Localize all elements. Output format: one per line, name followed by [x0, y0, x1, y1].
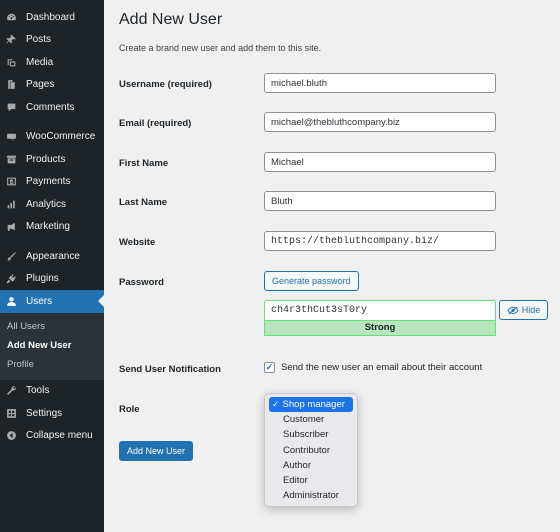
- role-dropdown-list: ✓ Shop manager Customer Subscriber Contri…: [264, 393, 358, 507]
- main-content: Add New User Create a brand new user and…: [104, 0, 560, 532]
- username-input[interactable]: [264, 73, 496, 93]
- last-name-input[interactable]: [264, 191, 496, 211]
- bar-chart-icon: [5, 198, 17, 210]
- submenu-item-profile[interactable]: Profile: [0, 355, 104, 374]
- brush-icon: [5, 250, 17, 262]
- password-strength-indicator: Strong: [264, 320, 496, 336]
- menu-item-posts[interactable]: Posts: [0, 29, 104, 52]
- wrench-icon: [5, 385, 17, 397]
- menu-item-collapse[interactable]: Collapse menu: [0, 425, 104, 448]
- username-label: Username (required): [119, 79, 212, 90]
- page-description: Create a brand new user and add them to …: [119, 43, 322, 53]
- users-submenu: All Users Add New User Profile: [0, 312, 104, 380]
- role-option[interactable]: Editor: [269, 473, 353, 488]
- menu-label: Settings: [26, 407, 63, 419]
- checkmark-icon: ✓: [272, 399, 280, 410]
- role-option[interactable]: Subscriber: [269, 427, 353, 442]
- first-name-input[interactable]: [264, 152, 496, 172]
- menu-item-dashboard[interactable]: Dashboard: [0, 6, 104, 29]
- role-option-label: Shop manager: [282, 399, 345, 411]
- menu-label: Tools: [26, 385, 50, 397]
- notification-text: Send the new user an email about their a…: [281, 362, 483, 373]
- menu-item-comments[interactable]: Comments: [0, 96, 104, 119]
- menu-label: Posts: [26, 34, 52, 46]
- last-name-label: Last Name: [119, 197, 168, 208]
- dashboard-icon: [5, 11, 17, 23]
- generate-password-button[interactable]: Generate password: [264, 271, 359, 291]
- menu-item-pages[interactable]: Pages: [0, 74, 104, 97]
- email-label: Email (required): [119, 118, 192, 129]
- menu-label: Collapse menu: [26, 430, 93, 442]
- hide-password-button[interactable]: Hide: [499, 300, 548, 320]
- role-option[interactable]: Contributor: [269, 443, 353, 458]
- menu-item-analytics[interactable]: Analytics: [0, 193, 104, 216]
- menu-label: Users: [26, 295, 53, 307]
- admin-menu: Dashboard Posts Media Pages Comments Woo…: [0, 0, 104, 447]
- menu-label: Analytics: [26, 198, 67, 210]
- role-option-selected[interactable]: ✓ Shop manager: [269, 397, 353, 413]
- comment-icon: [5, 101, 17, 113]
- website-label: Website: [119, 237, 156, 248]
- page-title: Add New User: [119, 11, 223, 28]
- megaphone-icon: [5, 221, 17, 233]
- notification-option: ✓ Send the new user an email about their…: [264, 362, 482, 373]
- first-name-label: First Name: [119, 158, 169, 169]
- menu-label: Comments: [26, 101, 75, 113]
- menu-label: Dashboard: [26, 11, 75, 23]
- eye-slash-icon: [507, 306, 519, 314]
- woo-icon: [5, 131, 17, 143]
- menu-item-tools[interactable]: Tools: [0, 380, 104, 403]
- password-input[interactable]: [264, 300, 496, 320]
- admin-sidebar: Dashboard Posts Media Pages Comments Woo…: [0, 0, 104, 532]
- menu-item-settings[interactable]: Settings: [0, 402, 104, 425]
- media-icon: [5, 56, 17, 68]
- role-label: Role: [119, 404, 140, 415]
- hide-label: Hide: [521, 305, 541, 315]
- website-input[interactable]: [264, 231, 496, 251]
- role-option[interactable]: Administrator: [269, 488, 353, 503]
- archive-icon: [5, 153, 17, 165]
- user-icon: [5, 295, 17, 307]
- settings-icon: [5, 407, 17, 419]
- email-input[interactable]: [264, 112, 496, 132]
- notification-checkbox[interactable]: ✓: [264, 362, 275, 373]
- pin-icon: [5, 34, 17, 46]
- menu-label: Payments: [26, 176, 71, 188]
- menu-label: WooCommerce: [26, 131, 96, 143]
- role-option[interactable]: Author: [269, 458, 353, 473]
- menu-item-users[interactable]: Users: [0, 290, 104, 313]
- menu-label: Plugins: [26, 273, 59, 285]
- menu-label: Media: [26, 56, 54, 68]
- menu-item-plugins[interactable]: Plugins: [0, 268, 104, 291]
- notification-label: Send User Notification: [119, 364, 221, 375]
- password-field-group: Strong: [264, 300, 496, 336]
- collapse-icon: [5, 430, 17, 442]
- submenu-item-all-users[interactable]: All Users: [0, 317, 104, 336]
- menu-item-media[interactable]: Media: [0, 51, 104, 74]
- menu-label: Pages: [26, 79, 55, 91]
- menu-item-marketing[interactable]: Marketing: [0, 216, 104, 239]
- submenu-item-add-new-user[interactable]: Add New User: [0, 336, 104, 355]
- menu-label: Appearance: [26, 250, 80, 262]
- add-new-user-button[interactable]: Add New User: [119, 441, 194, 461]
- menu-item-woocommerce[interactable]: WooCommerce: [0, 126, 104, 149]
- password-label: Password: [119, 277, 164, 288]
- menu-label: Products: [26, 153, 66, 165]
- menu-item-appearance[interactable]: Appearance: [0, 245, 104, 268]
- menu-label: Marketing: [26, 221, 70, 233]
- menu-item-payments[interactable]: Payments: [0, 171, 104, 194]
- dollar-icon: [5, 176, 17, 188]
- menu-item-products[interactable]: Products: [0, 148, 104, 171]
- plug-icon: [5, 273, 17, 285]
- role-option[interactable]: Customer: [269, 412, 353, 427]
- pages-icon: [5, 79, 17, 91]
